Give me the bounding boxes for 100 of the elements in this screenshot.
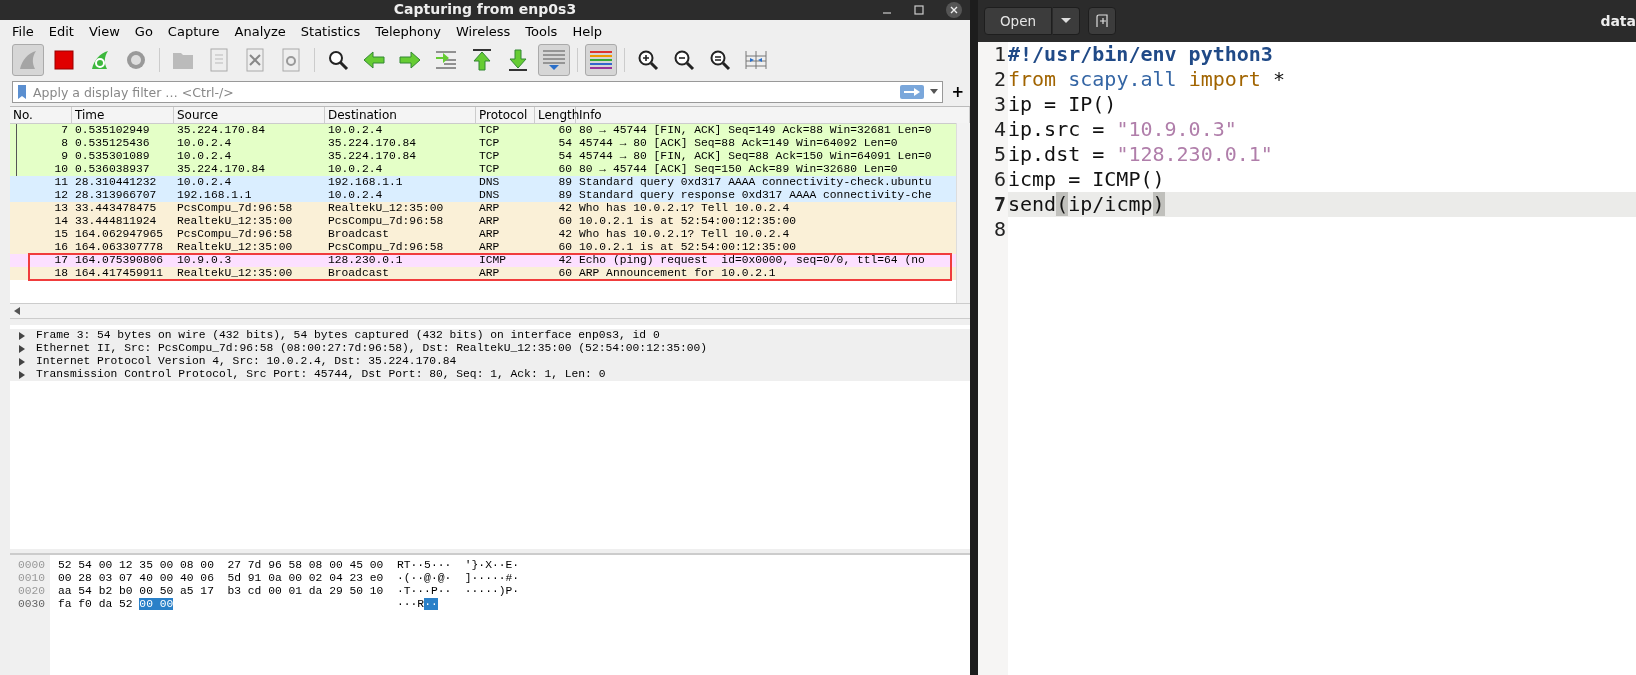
table-cell-text: 60 bbox=[557, 267, 573, 280]
menu-item[interactable]: Wireless bbox=[455, 23, 511, 39]
up-arrow-icon[interactable] bbox=[471, 48, 493, 72]
table-cell-text: 7 bbox=[60, 124, 69, 137]
menu-item[interactable]: Go bbox=[134, 23, 153, 39]
resize-columns-icon[interactable] bbox=[744, 49, 768, 71]
code-line: ip.src = "10.9.0.3" bbox=[1008, 117, 1237, 142]
table-cell-text: 33.443478475 bbox=[74, 202, 158, 215]
byte-offset: 0030 bbox=[17, 598, 47, 611]
expander-icon[interactable] bbox=[18, 331, 26, 340]
table-cell-text: TCP bbox=[478, 163, 501, 176]
table-cell-text: 10.0.2.4 bbox=[176, 137, 233, 150]
packet-row[interactable]: 7 0.535102949 35.224.170.84 10.0.2.4 TCP 60 80 → 45744 [FIN, ACK] Seq=149 Ack=88 Win=32681 Len=0 bbox=[10, 124, 956, 137]
scrollbar[interactable] bbox=[956, 123, 970, 303]
zoom-in-icon[interactable] bbox=[637, 49, 659, 71]
new-tab-button[interactable] bbox=[1088, 7, 1116, 35]
line-number: 4 bbox=[978, 117, 1008, 142]
settings-icon[interactable] bbox=[125, 49, 147, 71]
table-cell-text: 35.224.170.84 bbox=[176, 124, 267, 137]
packet-row[interactable]: 10 0.536038937 35.224.170.84 10.0.2.4 TCP 60 80 → 45744 [ACK] Seq=150 Ack=89 Win=32680 Len=0 bbox=[10, 163, 956, 176]
table-cell-text: 15 bbox=[53, 228, 69, 241]
search-icon[interactable] bbox=[327, 49, 349, 71]
table-cell-text: DNS bbox=[478, 189, 501, 202]
table-cell-text: 54 bbox=[557, 150, 573, 163]
table-cell-text: 164.417459911 bbox=[74, 267, 165, 280]
packet-row[interactable]: 12 28.313966707 192.168.1.1 10.0.2.4 DNS 89 Standard query response 0xd317 AAAA connectivity-che bbox=[10, 189, 956, 202]
table-cell-text: TCP bbox=[478, 137, 501, 150]
close-icon[interactable] bbox=[946, 2, 962, 18]
packet-row[interactable]: 14 33.444811924 RealtekU_12:35:00 PcsCompu_7d:96:58 ARP 60 10.0.2.1 is at 52:54:00:12:35:00 bbox=[10, 215, 956, 228]
menu-item[interactable]: Help bbox=[572, 23, 602, 39]
maximize-icon[interactable] bbox=[914, 5, 924, 15]
packet-row[interactable]: 8 0.535125436 10.0.2.4 35.224.170.84 TCP 54 45744 → 80 [ACK] Seq=88 Ack=149 Win=64092 Len=0 bbox=[10, 137, 956, 150]
window-title: data bbox=[1600, 13, 1636, 29]
table-cell-text: 45744 → 80 [FIN, ACK] Seq=88 Ack=150 Win=64091 Len=0 bbox=[578, 150, 933, 163]
table-cell-text: TCP bbox=[478, 124, 501, 137]
table-cell-text: 10.0.2.1 is at 52:54:00:12:35:00 bbox=[578, 241, 797, 254]
menu-item[interactable]: Telephony bbox=[375, 23, 441, 39]
table-cell-text: Broadcast bbox=[327, 228, 390, 241]
table-cell-text: PcsCompu_7d:96:58 bbox=[327, 215, 445, 228]
table-cell-text: ARP bbox=[478, 228, 501, 241]
filter-field[interactable]: Apply a display filter … <Ctrl-/> bbox=[12, 81, 944, 103]
menu-item[interactable]: View bbox=[88, 23, 120, 39]
menu-item[interactable]: Tools bbox=[525, 23, 558, 39]
column-header[interactable]: Time bbox=[72, 107, 174, 123]
close-file-icon[interactable] bbox=[245, 48, 265, 72]
table-cell-text: 164.075390806 bbox=[74, 254, 165, 267]
code-line: ip.dst = "128.230.0.1" bbox=[1008, 142, 1273, 167]
table-cell-text: 164.063307778 bbox=[74, 241, 165, 254]
stop-icon[interactable] bbox=[53, 49, 75, 71]
table-cell-text: Who has 10.0.2.1? Tell 10.0.2.4 bbox=[578, 228, 791, 241]
packet-row[interactable]: 13 33.443478475 PcsCompu_7d:96:58 RealtekU_12:35:00 ARP 42 Who has 10.0.2.1? Tell 10.0.2.4 bbox=[10, 202, 956, 215]
packet-row[interactable]: 15 164.062947965 PcsCompu_7d:96:58 Broadcast ARP 42 Who has 10.0.2.1? Tell 10.0.2.4 bbox=[10, 228, 956, 241]
dropdown-button[interactable] bbox=[1052, 7, 1080, 35]
go-to-packet-icon[interactable] bbox=[434, 48, 458, 72]
menu-item[interactable]: Edit bbox=[48, 23, 74, 39]
table-cell-text: 16 bbox=[53, 241, 69, 254]
table-cell-text: PcsCompu_7d:96:58 bbox=[176, 202, 294, 215]
reload-file-icon[interactable] bbox=[281, 48, 301, 72]
table-cell-text: ARP bbox=[478, 215, 501, 228]
dropdown-icon[interactable] bbox=[930, 89, 939, 95]
zoom-out-icon[interactable] bbox=[673, 49, 695, 71]
bookmark-icon[interactable] bbox=[17, 84, 27, 100]
expander-icon[interactable] bbox=[18, 370, 26, 379]
table-cell-text: 42 bbox=[557, 228, 573, 241]
table-cell-text: 10.0.2.4 bbox=[176, 176, 233, 189]
table-cell-text: DNS bbox=[478, 176, 501, 189]
table-cell-text: ARP bbox=[478, 267, 501, 280]
left-arrow-icon[interactable] bbox=[14, 307, 20, 315]
column-header[interactable]: Protocol bbox=[476, 107, 535, 123]
zoom-reset-icon[interactable] bbox=[709, 49, 731, 71]
table-cell-text: 164.062947965 bbox=[74, 228, 165, 241]
open-button[interactable]: Open bbox=[984, 7, 1052, 35]
column-header[interactable]: Source bbox=[174, 107, 325, 123]
table-cell-text: 60 bbox=[557, 241, 573, 254]
code-line: icmp = ICMP() bbox=[1008, 167, 1165, 192]
horizontal-scrollbar[interactable] bbox=[10, 303, 970, 319]
table-cell-text: Broadcast bbox=[327, 267, 390, 280]
table-cell-text: 0.536038937 bbox=[74, 163, 151, 176]
table-cell-text: 0.535102949 bbox=[74, 124, 151, 137]
packet-row[interactable]: 11 28.310441232 10.0.2.4 192.168.1.1 DNS 89 Standard query 0xd317 AAAA connectivity-check.ubuntu bbox=[10, 176, 956, 189]
down-arrow-icon[interactable] bbox=[507, 48, 529, 72]
right-arrow-icon[interactable] bbox=[398, 50, 422, 70]
expander-icon[interactable] bbox=[18, 344, 26, 353]
auto-scroll-icon[interactable] bbox=[541, 48, 567, 72]
colored-lines-icon[interactable] bbox=[588, 48, 614, 72]
menu-item[interactable]: Analyze bbox=[234, 23, 286, 39]
line-number: 6 bbox=[978, 167, 1008, 192]
display-filter-field[interactable]: Apply a display filter … <Ctrl-/> bbox=[33, 84, 895, 100]
add-filter-button[interactable]: + bbox=[951, 83, 964, 101]
column-header[interactable]: No. bbox=[10, 107, 72, 123]
table-cell-text: ARP Announcement for 10.0.2.1 bbox=[578, 267, 777, 280]
packet-row[interactable]: 9 0.535301089 10.0.2.4 35.224.170.84 TCP 54 45744 → 80 [FIN, ACK] Seq=88 Ack=150 Win=64091 Len=0 bbox=[10, 150, 956, 163]
menu-item[interactable]: Capture bbox=[167, 23, 220, 39]
left-arrow-icon[interactable] bbox=[362, 50, 386, 70]
menu-item[interactable]: File bbox=[12, 23, 34, 39]
expander-icon[interactable] bbox=[18, 357, 26, 366]
line-number: 8 bbox=[978, 217, 1008, 242]
menu-item[interactable]: Statistics bbox=[300, 23, 361, 39]
column-header[interactable]: Destination bbox=[325, 107, 476, 123]
table-cell-text: 10.0.2.4 bbox=[327, 163, 384, 176]
